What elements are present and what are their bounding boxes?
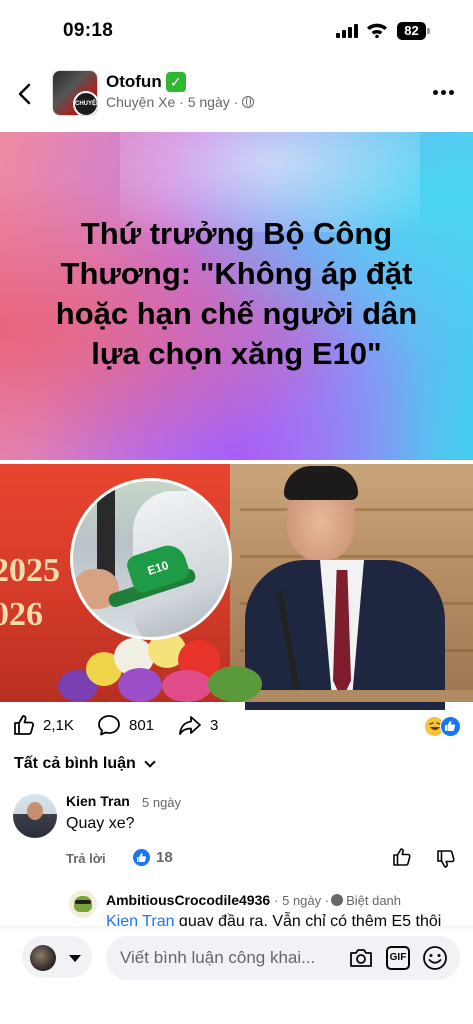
- banner-title: Thứ trưởng Bộ Công Thương: "Không áp đặt…: [55, 216, 418, 371]
- reply-author[interactable]: AmbitiousCrocodile4936: [106, 892, 270, 908]
- reaction-summary[interactable]: [424, 716, 462, 738]
- downvote-icon[interactable]: [436, 849, 456, 869]
- comment-like-number: 18: [156, 849, 173, 866]
- battery-indicator: 82: [397, 22, 430, 40]
- gif-icon[interactable]: GIF: [386, 946, 410, 970]
- commenter-avatar[interactable]: [13, 794, 57, 838]
- comment-text: Quay xe?: [66, 815, 135, 832]
- more-dot: [449, 90, 454, 95]
- chevron-down-icon: [144, 756, 156, 768]
- comment-time: 5 ngày: [142, 795, 182, 810]
- battery-level: 82: [397, 22, 426, 40]
- post-banner[interactable]: Thứ trưởng Bộ Công Thương: "Không áp đặt…: [0, 132, 473, 460]
- comments-filter-label: Tất cả bình luận: [14, 755, 136, 772]
- share-arrow-icon: [179, 716, 201, 735]
- fuel-pump-inset: E10: [70, 478, 232, 640]
- reactions-bar: 2,1K 801 3: [0, 706, 473, 746]
- thumb-up-icon: [14, 715, 35, 735]
- page-name-row: Otofun ✓: [106, 72, 186, 92]
- page-avatar[interactable]: CHUYỆN XE: [52, 70, 98, 116]
- caret-down-icon: [69, 955, 81, 962]
- avatar-crocodile: [74, 896, 92, 912]
- cellular-signal-icon: [336, 24, 358, 38]
- share-count: 3: [210, 716, 219, 734]
- comment-button[interactable]: 801: [97, 714, 154, 736]
- reply-avatar[interactable]: [69, 890, 97, 918]
- avatar-face: [27, 802, 43, 820]
- back-button[interactable]: [12, 80, 40, 108]
- composer-divider: [0, 926, 473, 932]
- like-button[interactable]: 2,1K: [13, 714, 74, 736]
- more-options-button[interactable]: [433, 90, 454, 95]
- more-dot: [441, 90, 446, 95]
- like-count: 2,1K: [43, 716, 74, 734]
- post-meta-text: Chuyện Xe · 5 ngày ·: [106, 94, 239, 110]
- flower: [208, 666, 262, 702]
- reply-time: · 5 ngày ·: [274, 892, 330, 908]
- upvote-icon[interactable]: [392, 847, 412, 867]
- photo-year-text: 026: [0, 596, 43, 633]
- post-meta: Chuyện Xe · 5 ngày ·: [106, 94, 255, 110]
- comment-like-count[interactable]: 18: [133, 849, 173, 866]
- pump-pole: [97, 481, 115, 581]
- reply-header: AmbitiousCrocodile4936 · 5 ngày · Biệt d…: [106, 892, 401, 908]
- like-reaction-icon: [133, 849, 150, 866]
- comment-count: 801: [129, 716, 155, 734]
- verified-check-icon: ✓: [165, 72, 186, 92]
- wifi-icon: [367, 23, 387, 38]
- share-button[interactable]: 3: [178, 714, 218, 736]
- photo-year-text: 2025: [0, 552, 60, 589]
- comment-bubble-icon: [98, 715, 120, 736]
- profile-avatar: [30, 945, 56, 971]
- more-dot: [433, 90, 438, 95]
- flower-arrangement: [58, 630, 288, 702]
- battery-cap: [427, 28, 430, 34]
- status-bar: 09:18 82: [0, 0, 473, 60]
- like-reaction-icon: [440, 716, 461, 737]
- emoji-icon[interactable]: [422, 945, 448, 971]
- flower: [162, 670, 212, 702]
- flower: [118, 668, 162, 702]
- status-time: 09:18: [63, 20, 114, 41]
- avatar-glasses: [75, 900, 91, 904]
- comments-filter-dropdown[interactable]: Tất cả bình luận: [14, 755, 156, 773]
- post-header: CHUYỆN XE Otofun ✓ Chuyện Xe · 5 ngày ·: [0, 64, 473, 124]
- avatar-logo-badge: CHUYỆN XE: [73, 91, 97, 115]
- camera-icon[interactable]: [348, 946, 374, 970]
- comment-author[interactable]: Kien Tran: [66, 793, 130, 809]
- page-name[interactable]: Otofun: [106, 72, 162, 92]
- official-hair: [284, 466, 358, 500]
- reply-button[interactable]: Trả lời: [66, 851, 106, 866]
- globe-icon: [242, 96, 255, 108]
- nickname-badge-icon: [331, 894, 344, 906]
- nickname-badge-label: Biệt danh: [346, 892, 402, 908]
